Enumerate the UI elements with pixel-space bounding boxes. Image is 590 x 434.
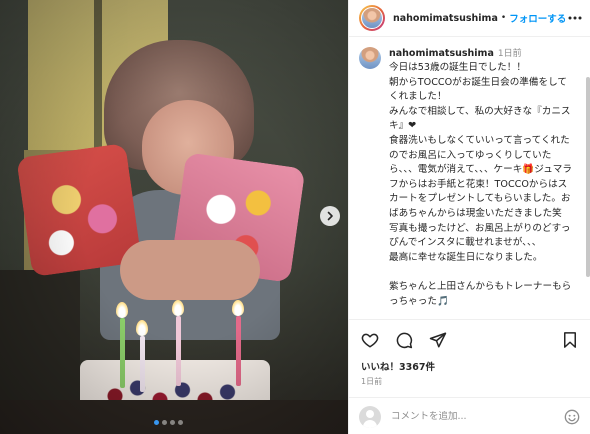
more-options-button[interactable]	[566, 11, 583, 25]
caption-avatar-image	[359, 47, 381, 69]
header-username[interactable]: nahomimatsushima	[393, 13, 498, 24]
post-date: 1日前	[361, 377, 383, 386]
caption-header: nahomimatsushima 1日前	[389, 47, 575, 61]
carousel-indicator	[154, 420, 183, 425]
post-header: nahomimatsushima • フォローする	[349, 0, 590, 37]
caption-scroll-area[interactable]: nahomimatsushima 1日前 今日は53歳の誕生日でした！！ 朝からT…	[349, 37, 590, 319]
caption-scrollbar[interactable]	[586, 77, 590, 277]
send-icon	[429, 332, 447, 348]
comment-icon	[396, 332, 413, 349]
emoji-smile-icon	[564, 409, 580, 424]
follow-button[interactable]: フォローする	[509, 11, 566, 25]
avatar[interactable]	[359, 5, 385, 31]
like-button[interactable]	[359, 329, 381, 351]
save-button[interactable]	[559, 329, 581, 351]
post-info-panel: nahomimatsushima • フォローする nahomimatsushi…	[348, 0, 590, 434]
caption-avatar[interactable]	[359, 47, 381, 69]
carousel-dot	[170, 420, 175, 425]
likes-count[interactable]: いいね！3367件	[361, 359, 435, 373]
commenter-avatar	[359, 405, 381, 428]
comment-bar	[349, 397, 590, 434]
post-actions: いいね！3367件 1日前	[349, 319, 590, 434]
carousel-dot	[154, 420, 159, 425]
heart-icon	[361, 333, 379, 348]
carousel-dot	[162, 420, 167, 425]
caption-time: 1日前	[497, 49, 522, 59]
comment-input[interactable]	[391, 411, 551, 422]
avatar-image	[361, 7, 383, 29]
photo-vignette	[0, 0, 348, 434]
bookmark-icon	[564, 332, 576, 348]
caption-body: nahomimatsushima 1日前 今日は53歳の誕生日でした！！ 朝からT…	[389, 47, 575, 309]
emoji-button[interactable]	[563, 408, 581, 426]
post-media[interactable]	[0, 0, 348, 434]
caption: nahomimatsushima 1日前 今日は53歳の誕生日でした！！ 朝からT…	[349, 37, 590, 309]
more-horizontal-icon	[568, 16, 582, 20]
caption-text: 今日は53歳の誕生日でした！！ 朝からTOCCOがお誕生日会の準備をしてくれまし…	[389, 62, 572, 307]
share-button[interactable]	[427, 329, 449, 351]
action-icons	[359, 328, 581, 352]
chevron-right-icon	[327, 211, 333, 221]
carousel-next-button[interactable]	[320, 206, 340, 226]
caption-username[interactable]: nahomimatsushima	[389, 48, 494, 59]
header-separator: •	[500, 13, 507, 23]
carousel-dot	[178, 420, 183, 425]
comment-button[interactable]	[393, 329, 415, 351]
